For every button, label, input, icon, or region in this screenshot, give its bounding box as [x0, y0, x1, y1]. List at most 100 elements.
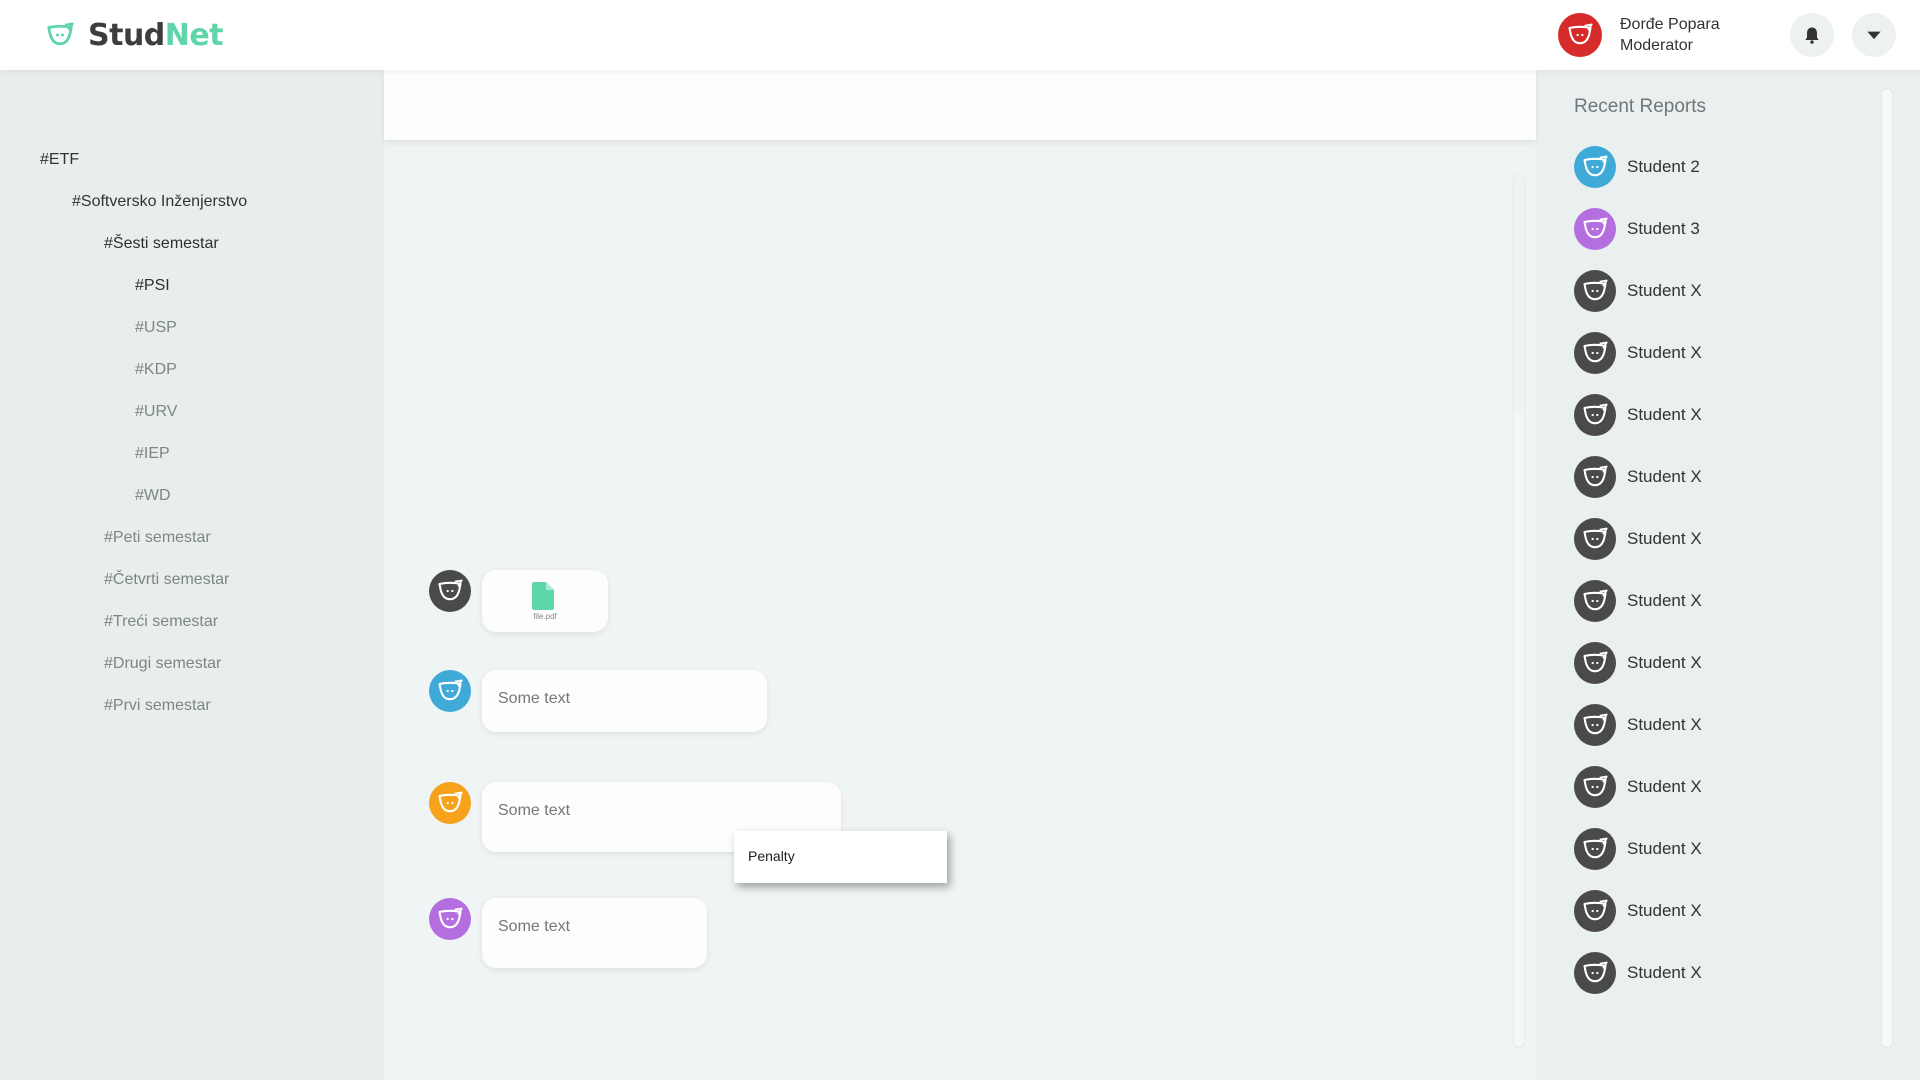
report-avatar	[1574, 890, 1616, 932]
bell-icon	[1805, 27, 1819, 44]
message-text: Some text	[498, 918, 571, 935]
report-avatar	[1574, 270, 1616, 312]
message-avatar[interactable]	[429, 782, 471, 824]
report-name: Student X	[1627, 591, 1702, 610]
face-icon	[1581, 959, 1609, 987]
user-info: Đorđe Popara Moderator	[1620, 14, 1720, 56]
face-icon	[1581, 277, 1609, 305]
report-item[interactable]: Student X	[1574, 456, 1702, 498]
message-avatar[interactable]	[429, 898, 471, 940]
message-bubble[interactable]: Some text	[482, 898, 707, 968]
studnet-logo[interactable]: StudNet	[40, 16, 224, 54]
recent-reports-title: Recent Reports	[1574, 96, 1707, 117]
sidebar-item-psi[interactable]: #PSI	[135, 277, 170, 295]
face-icon	[436, 577, 464, 605]
report-item[interactable]: Student X	[1574, 890, 1702, 932]
report-item[interactable]: Student X	[1574, 952, 1702, 994]
sidebar-item-usp[interactable]: #USP	[135, 319, 177, 337]
report-name: Student X	[1627, 901, 1702, 920]
sidebar-item-treci-semestar[interactable]: #Treći semestar	[104, 613, 218, 631]
report-avatar	[1574, 642, 1616, 684]
report-avatar	[1574, 208, 1616, 250]
report-avatar	[1574, 766, 1616, 808]
file-icon	[532, 582, 554, 610]
reports-scrollbar[interactable]	[1881, 88, 1893, 1048]
sidebar-item-sesti-semestar[interactable]: #Šesti semestar	[104, 235, 219, 253]
report-name: Student X	[1627, 467, 1702, 486]
report-item[interactable]: Student X	[1574, 270, 1702, 312]
face-icon	[1581, 897, 1609, 925]
user-menu-button[interactable]	[1852, 13, 1896, 57]
file-name: file.pdf	[533, 612, 557, 621]
face-icon	[1566, 21, 1594, 49]
report-name: Student X	[1627, 653, 1702, 672]
report-avatar	[1574, 580, 1616, 622]
report-avatar	[1574, 332, 1616, 374]
report-avatar	[1574, 704, 1616, 746]
logo-text: StudNet	[88, 17, 224, 53]
sidebar-item-cetvrti-semestar[interactable]: #Četvrti semestar	[104, 571, 229, 589]
report-item[interactable]: Student X	[1574, 828, 1702, 870]
report-name: Student X	[1627, 963, 1702, 982]
report-avatar	[1574, 828, 1616, 870]
chat-header	[384, 70, 1536, 140]
top-bar: StudNet Đorđe Popara Moderator	[0, 0, 1920, 70]
logo-face-icon	[47, 22, 74, 46]
message-text: Some text	[498, 690, 571, 707]
face-icon	[1581, 339, 1609, 367]
chat-scrollbar-thumb[interactable]	[1515, 175, 1523, 415]
face-icon	[1581, 649, 1609, 677]
sidebar-item-wd[interactable]: #WD	[135, 487, 171, 505]
report-name: Student 2	[1627, 157, 1700, 176]
sidebar-item-kdp[interactable]: #KDP	[135, 361, 177, 379]
face-icon	[1581, 587, 1609, 615]
report-item[interactable]: Student 2	[1574, 146, 1700, 188]
sidebar-item-urv[interactable]: #URV	[135, 403, 177, 421]
report-item[interactable]: Student X	[1574, 766, 1702, 808]
message-bubble[interactable]: Some text	[482, 670, 767, 732]
face-icon	[1581, 401, 1609, 429]
chevron-down-icon	[1867, 31, 1881, 40]
message-avatar[interactable]	[429, 670, 471, 712]
face-icon	[436, 789, 464, 817]
face-icon	[436, 677, 464, 705]
face-icon	[436, 905, 464, 933]
sidebar-item-prvi-semestar[interactable]: #Prvi semestar	[104, 697, 211, 715]
notifications-button[interactable]	[1790, 13, 1834, 57]
report-name: Student 3	[1627, 219, 1700, 238]
sidebar-item-etf[interactable]: #ETF	[40, 151, 79, 169]
report-name: Student X	[1627, 281, 1702, 300]
report-name: Student X	[1627, 343, 1702, 362]
report-name: Student X	[1627, 777, 1702, 796]
penalty-menu-item[interactable]: Penalty	[748, 848, 795, 864]
report-item[interactable]: Student X	[1574, 394, 1702, 436]
face-icon	[1581, 153, 1609, 181]
face-icon	[1581, 835, 1609, 863]
report-avatar	[1574, 518, 1616, 560]
message-context-menu: Penalty	[734, 831, 947, 883]
message-avatar[interactable]	[429, 570, 471, 612]
user-name: Đorđe Popara	[1620, 16, 1720, 33]
file-message-bubble[interactable]: file.pdf	[482, 570, 608, 632]
face-icon	[1581, 773, 1609, 801]
report-avatar	[1574, 952, 1616, 994]
report-item[interactable]: Student X	[1574, 642, 1702, 684]
report-avatar	[1574, 456, 1616, 498]
report-name: Student X	[1627, 715, 1702, 734]
user-avatar[interactable]	[1558, 13, 1602, 57]
sidebar-item-peti-semestar[interactable]: #Peti semestar	[104, 529, 211, 547]
report-item[interactable]: Student X	[1574, 518, 1702, 560]
sidebar-item-drugi-semestar[interactable]: #Drugi semestar	[104, 655, 221, 673]
report-item[interactable]: Student X	[1574, 704, 1702, 746]
sidebar-item-softversko-inzenjerstvo[interactable]: #Softversko Inženjerstvo	[72, 193, 247, 211]
message-text: Some text	[498, 802, 571, 819]
face-icon	[1581, 215, 1609, 243]
report-item[interactable]: Student 3	[1574, 208, 1700, 250]
sidebar-item-iep[interactable]: #IEP	[135, 445, 170, 463]
user-role: Moderator	[1620, 37, 1693, 54]
report-item[interactable]: Student X	[1574, 580, 1702, 622]
report-item[interactable]: Student X	[1574, 332, 1702, 374]
report-avatar	[1574, 146, 1616, 188]
report-name: Student X	[1627, 529, 1702, 548]
chat-scrollbar[interactable]	[1513, 174, 1525, 1048]
